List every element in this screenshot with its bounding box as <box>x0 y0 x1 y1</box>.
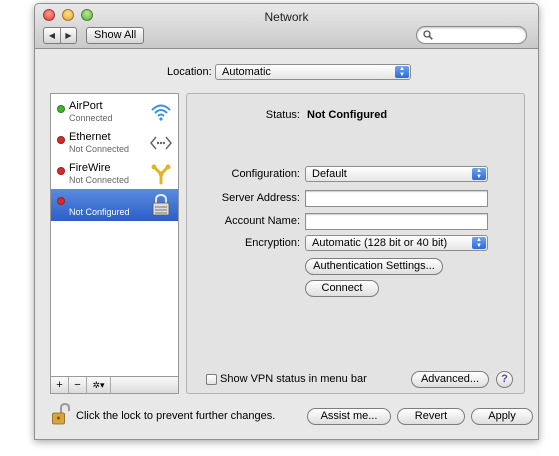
back-button[interactable]: ◀ <box>44 28 60 43</box>
connect-button[interactable]: Connect <box>305 280 379 297</box>
search-field[interactable] <box>416 26 527 44</box>
forward-button[interactable]: ▶ <box>60 28 76 43</box>
service-status: Connected <box>69 113 113 123</box>
service-list: AirPort Connected Ethernet Not Connected <box>50 93 179 378</box>
configuration-popup[interactable]: Default ▲ ▼ <box>305 166 488 182</box>
apply-button[interactable]: Apply <box>471 408 533 425</box>
remove-service-button[interactable]: − <box>69 377 87 393</box>
wifi-icon <box>151 104 171 121</box>
account-name-label: Account Name: <box>224 215 300 227</box>
window-title: Network <box>264 10 309 24</box>
show-vpn-status-label: Show VPN status in menu bar <box>220 373 367 385</box>
service-item-ethernet[interactable]: Ethernet Not Connected <box>51 127 178 158</box>
server-address-label: Server Address: <box>221 192 300 204</box>
status-dot-red <box>57 197 65 205</box>
status-label: Status: <box>265 109 300 121</box>
encryption-label: Encryption: <box>244 237 300 249</box>
service-item-firewire[interactable]: FireWire Not Connected <box>51 158 178 189</box>
service-name: Ethernet <box>69 131 111 143</box>
status-dot-red <box>57 167 65 175</box>
service-item-airport[interactable]: AirPort Connected <box>51 96 178 127</box>
popup-arrows-icon: ▲ ▼ <box>472 237 486 249</box>
status-dot-green <box>57 105 65 113</box>
service-item-vpn[interactable]: Not Configured <box>51 189 178 221</box>
search-icon <box>423 30 433 40</box>
advanced-button[interactable]: Advanced... <box>411 371 489 388</box>
network-window: Network ◀ ▶ Show All Location: Automatic… <box>34 3 539 440</box>
service-name: FireWire <box>69 162 111 174</box>
service-name: AirPort <box>69 100 103 112</box>
configuration-label: Configuration: <box>231 168 301 180</box>
add-service-button[interactable]: + <box>51 377 69 393</box>
encryption-value: Automatic (128 bit or 40 bit) <box>312 237 448 249</box>
vpn-lock-icon <box>152 194 170 216</box>
service-status: Not Connected <box>69 175 130 185</box>
help-button[interactable]: ? <box>496 371 513 388</box>
server-address-field[interactable] <box>305 190 488 207</box>
lock-message: Click the lock to prevent further change… <box>76 410 276 422</box>
ethernet-icon <box>150 136 172 150</box>
show-all-button[interactable]: Show All <box>86 27 145 44</box>
service-status: Not Configured <box>69 207 130 217</box>
assist-me-button[interactable]: Assist me... <box>307 408 391 425</box>
status-dot-red <box>57 136 65 144</box>
service-list-toolbar: + − ✲▾ <box>50 376 179 394</box>
status-value: Not Configured <box>307 109 388 121</box>
action-menu-button[interactable]: ✲▾ <box>87 377 111 393</box>
detail-panel: Status: Not Configured Configuration: De… <box>186 93 525 394</box>
location-label: Location: <box>167 66 212 78</box>
authentication-settings-button[interactable]: Authentication Settings... <box>305 258 443 275</box>
list-toolbar-spacer <box>111 377 178 393</box>
show-vpn-status-checkbox[interactable] <box>206 374 217 385</box>
popup-arrows-icon: ▲ ▼ <box>395 66 409 78</box>
configuration-value: Default <box>312 168 347 180</box>
popup-arrows-icon: ▲ ▼ <box>472 168 486 180</box>
revert-button[interactable]: Revert <box>397 408 465 425</box>
account-name-field[interactable] <box>305 213 488 230</box>
location-value: Automatic <box>222 66 271 78</box>
back-forward-control: ◀ ▶ <box>43 27 77 44</box>
service-status: Not Connected <box>69 144 130 154</box>
encryption-popup[interactable]: Automatic (128 bit or 40 bit) ▲ ▼ <box>305 235 488 251</box>
lock-icon[interactable] <box>52 403 70 425</box>
title-bar: Network ◀ ▶ Show All <box>35 4 538 49</box>
location-popup[interactable]: Automatic ▲ ▼ <box>215 64 411 80</box>
firewire-icon <box>151 164 171 185</box>
